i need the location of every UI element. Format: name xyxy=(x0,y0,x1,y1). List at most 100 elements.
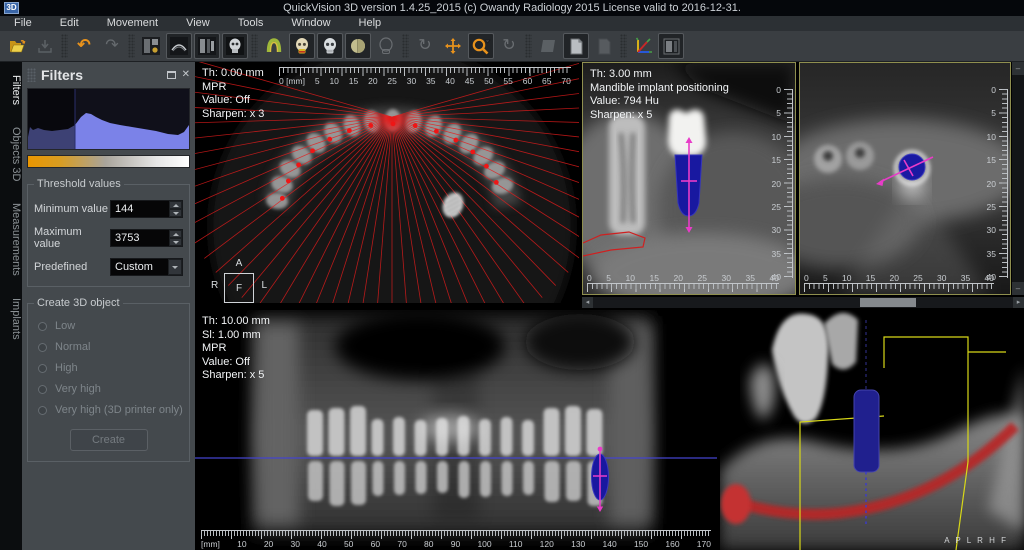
zoom-tool-button[interactable] xyxy=(468,33,494,59)
quality-option-very-high-3d-printer[interactable]: Very high (3D printer only) xyxy=(38,404,183,416)
panoramic-view[interactable]: Th: 10.00 mm Sl: 1.00 mm MPR Value: Off … xyxy=(195,310,717,550)
sidebar-tab-measurements[interactable]: Measurements xyxy=(0,194,22,285)
ruler-label: 15 xyxy=(866,273,875,283)
cross2-vertical-ruler: 0510152025303540 xyxy=(982,89,1008,278)
draw-axes-tool-button[interactable] xyxy=(630,33,656,59)
axial-ruler: 0 [mm]510152025303540455055606570 xyxy=(279,67,571,86)
toolbar-separator xyxy=(525,34,532,58)
snapshot-tool-button[interactable] xyxy=(563,33,589,59)
settings-panel-button[interactable] xyxy=(658,33,684,59)
toolbar: ↶ ↷ xyxy=(0,31,1024,62)
scroll-down-button[interactable]: – xyxy=(1012,282,1024,295)
arch-tool-button[interactable] xyxy=(261,33,287,59)
pan-tool-button[interactable] xyxy=(440,33,466,59)
arrow-up-icon xyxy=(173,204,179,207)
sharpen-label: Sharpen: x 5 xyxy=(590,109,729,123)
ruler-label: 40 xyxy=(317,539,326,549)
redo-button: ↷ xyxy=(99,33,125,59)
ruler-label: 50 xyxy=(484,76,493,86)
histogram[interactable] xyxy=(27,88,190,150)
toolbar-separator xyxy=(128,34,135,58)
undo-button[interactable]: ↶ xyxy=(71,33,97,59)
radio-label: Low xyxy=(55,320,75,332)
float-panel-icon[interactable] xyxy=(167,71,176,79)
cross1-info: Th: 3.00 mm Mandible implant positioning… xyxy=(590,68,729,122)
ruler-label: 25 xyxy=(772,202,781,212)
quality-option-very-high[interactable]: Very high xyxy=(38,383,183,395)
layout-panoramic-button[interactable] xyxy=(166,33,192,59)
pan-move-icon xyxy=(444,37,462,55)
predefined-dropdown[interactable]: Custom xyxy=(110,258,183,276)
menu-help[interactable]: Help xyxy=(345,16,396,31)
menu-tools[interactable]: Tools xyxy=(224,16,278,31)
skull-tissue-button[interactable] xyxy=(289,33,315,59)
ruler-label: 0 xyxy=(587,273,592,283)
cross-section-view-2[interactable]: 0510152025303540 0510152025303540 xyxy=(799,62,1011,295)
clip-tool-button xyxy=(535,33,561,59)
scroll-right-button[interactable]: ▸ xyxy=(1013,297,1024,308)
layout-mpr-icon xyxy=(142,37,160,55)
implant-3d[interactable] xyxy=(854,390,879,472)
ruler-label: 20 xyxy=(368,76,377,86)
cross-views-horizontal-scrollbar[interactable]: ◂ ▸ xyxy=(582,297,1024,308)
minimum-spin-down-button[interactable] xyxy=(169,209,182,217)
menu-window[interactable]: Window xyxy=(277,16,344,31)
quality-option-normal[interactable]: Normal xyxy=(38,341,183,353)
sidebar-tab-filters[interactable]: Filters xyxy=(0,66,22,114)
radio-icon xyxy=(38,343,47,352)
ruler-label: 25 xyxy=(698,273,707,283)
arrow-up-icon xyxy=(173,233,179,236)
ruler-label: 10 xyxy=(772,132,781,142)
threshold-values-legend: Threshold values xyxy=(34,178,124,190)
menu-edit[interactable]: Edit xyxy=(46,16,93,31)
scrollbar-thumb[interactable] xyxy=(860,298,916,307)
cross1-vertical-ruler: 0510152025303540 xyxy=(767,89,793,278)
scroll-up-button[interactable]: – xyxy=(1012,62,1024,75)
skull-bone-button[interactable] xyxy=(317,33,343,59)
cross-section-view-1[interactable]: Th: 3.00 mm Mandible implant positioning… xyxy=(582,62,796,295)
menu-movement[interactable]: Movement xyxy=(93,16,172,31)
sharpen-label: Sharpen: x 3 xyxy=(202,108,264,122)
cross-views-vertical-scrollbar[interactable]: – – xyxy=(1012,62,1024,295)
quality-option-high[interactable]: High xyxy=(38,362,183,374)
menu-file[interactable]: File xyxy=(0,16,46,31)
layout-mpr-button[interactable] xyxy=(138,33,164,59)
ruler-label: 25 xyxy=(913,273,922,283)
maximum-spin-up-button[interactable] xyxy=(169,230,182,238)
close-panel-icon[interactable]: ✕ xyxy=(182,70,190,80)
scroll-left-button[interactable]: ◂ xyxy=(582,297,593,308)
minimum-value-input[interactable]: 144 xyxy=(110,200,183,218)
ruler-label: 20 xyxy=(987,179,996,189)
arrow-down-icon xyxy=(173,241,179,244)
dropdown-button[interactable] xyxy=(168,259,182,275)
ruler-label: 20 xyxy=(264,539,273,549)
density-gradient-bar[interactable] xyxy=(27,155,190,168)
skull-photo-icon xyxy=(226,37,244,55)
radio-icon xyxy=(38,406,47,415)
menu-view[interactable]: View xyxy=(172,16,224,31)
maximum-value-input[interactable]: 3753 xyxy=(110,229,183,247)
undo-icon: ↶ xyxy=(77,38,90,54)
three-d-view[interactable]: A P L R H F xyxy=(720,310,1024,550)
ruler-label: 15 xyxy=(987,155,996,165)
open-patient-button[interactable] xyxy=(4,33,30,59)
sidebar-tab-implants[interactable]: Implants xyxy=(0,289,22,349)
create-button[interactable]: Create xyxy=(70,429,148,451)
minimum-spin-up-button[interactable] xyxy=(169,201,182,209)
panel-window-icon xyxy=(663,38,680,55)
layout-ceph-button[interactable] xyxy=(222,33,248,59)
axial-view[interactable]: Th: 0.00 mm MPR Value: Off Sharpen: x 3 … xyxy=(195,62,579,303)
ruler-label: 10 xyxy=(329,76,338,86)
cross2-horizontal-ruler: 0510152025303540 xyxy=(804,273,994,292)
quality-option-low[interactable]: Low xyxy=(38,320,183,332)
threshold-values-group: Threshold values Minimum value 144 Maxim… xyxy=(27,178,190,287)
slice-position: Sl: 1.00 mm xyxy=(202,329,270,343)
maximum-spin-down-button[interactable] xyxy=(169,238,182,246)
ruler-label: 40 xyxy=(985,273,994,283)
sidebar-tab-objects-3d[interactable]: Objects 3D xyxy=(0,118,22,190)
ruler-label: 60 xyxy=(371,539,380,549)
ruler-label: 5 xyxy=(776,108,781,118)
layout-implant-button[interactable] xyxy=(194,33,220,59)
ruler-label: 20 xyxy=(674,273,683,283)
mip-sphere-button[interactable] xyxy=(345,33,371,59)
